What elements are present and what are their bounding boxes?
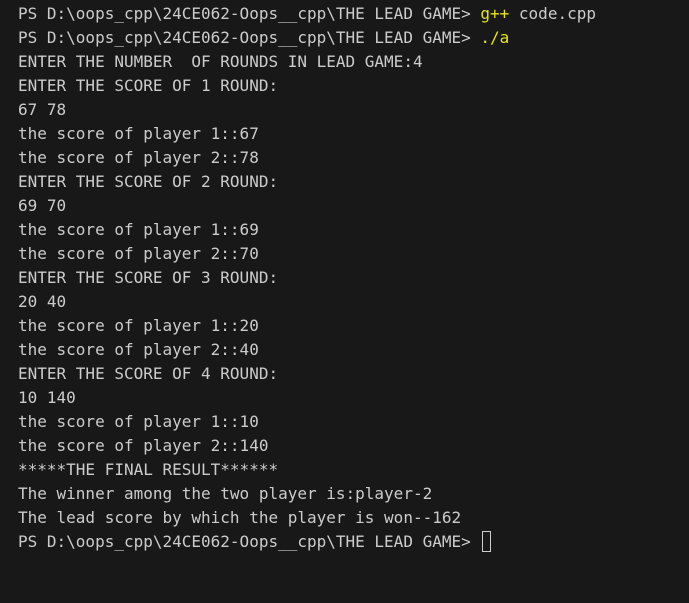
prompt: PS D:\oops_cpp\24CE062-Oops__cpp\THE LEA… xyxy=(18,4,481,23)
command-executable: g++ xyxy=(480,4,510,23)
prompt: PS D:\oops_cpp\24CE062-Oops__cpp\THE LEA… xyxy=(18,28,481,47)
output-line: ENTER THE SCORE OF 2 ROUND: xyxy=(18,172,279,191)
output-line: the score of player 1::10 xyxy=(18,412,259,431)
output-line: ENTER THE SCORE OF 4 ROUND: xyxy=(18,364,279,383)
output-line: ENTER THE SCORE OF 3 ROUND: xyxy=(18,268,279,287)
command-line: PS D:\oops_cpp\24CE062-Oops__cpp\THE LEA… xyxy=(18,2,689,26)
output-line: ENTER THE SCORE OF 1 ROUND: xyxy=(18,76,279,95)
output-line: the score of player 1::69 xyxy=(18,220,259,239)
output-line: 20 40 xyxy=(18,292,67,311)
output-line: 67 78 xyxy=(18,100,67,119)
output-line: the score of player 2::70 xyxy=(18,244,259,263)
active-prompt-line[interactable]: PS D:\oops_cpp\24CE062-Oops__cpp\THE LEA… xyxy=(18,530,689,554)
output-line: 10 140 xyxy=(18,388,76,407)
terminal-panel[interactable]: PS D:\oops_cpp\24CE062-Oops__cpp\THE LEA… xyxy=(0,0,689,603)
output-line: the score of player 2::40 xyxy=(18,340,259,359)
output-line: ENTER THE NUMBER OF ROUNDS IN LEAD GAME:… xyxy=(18,52,423,71)
prompt: PS D:\oops_cpp\24CE062-Oops__cpp\THE LEA… xyxy=(18,532,481,551)
output-line: *****THE FINAL RESULT****** xyxy=(18,460,279,479)
output-line: the score of player 2::140 xyxy=(18,436,269,455)
output-line: the score of player 1::20 xyxy=(18,316,259,335)
output-line: 69 70 xyxy=(18,196,67,215)
output-line: The lead score by which the player is wo… xyxy=(18,508,462,527)
output-line: the score of player 2::78 xyxy=(18,148,259,167)
output-line: The winner among the two player is:playe… xyxy=(18,484,433,503)
text-cursor[interactable] xyxy=(482,531,492,552)
command-argument: code.cpp xyxy=(509,4,596,23)
command-line: PS D:\oops_cpp\24CE062-Oops__cpp\THE LEA… xyxy=(18,26,689,50)
command-executable: ./a xyxy=(480,28,510,47)
output-line: the score of player 1::67 xyxy=(18,124,259,143)
